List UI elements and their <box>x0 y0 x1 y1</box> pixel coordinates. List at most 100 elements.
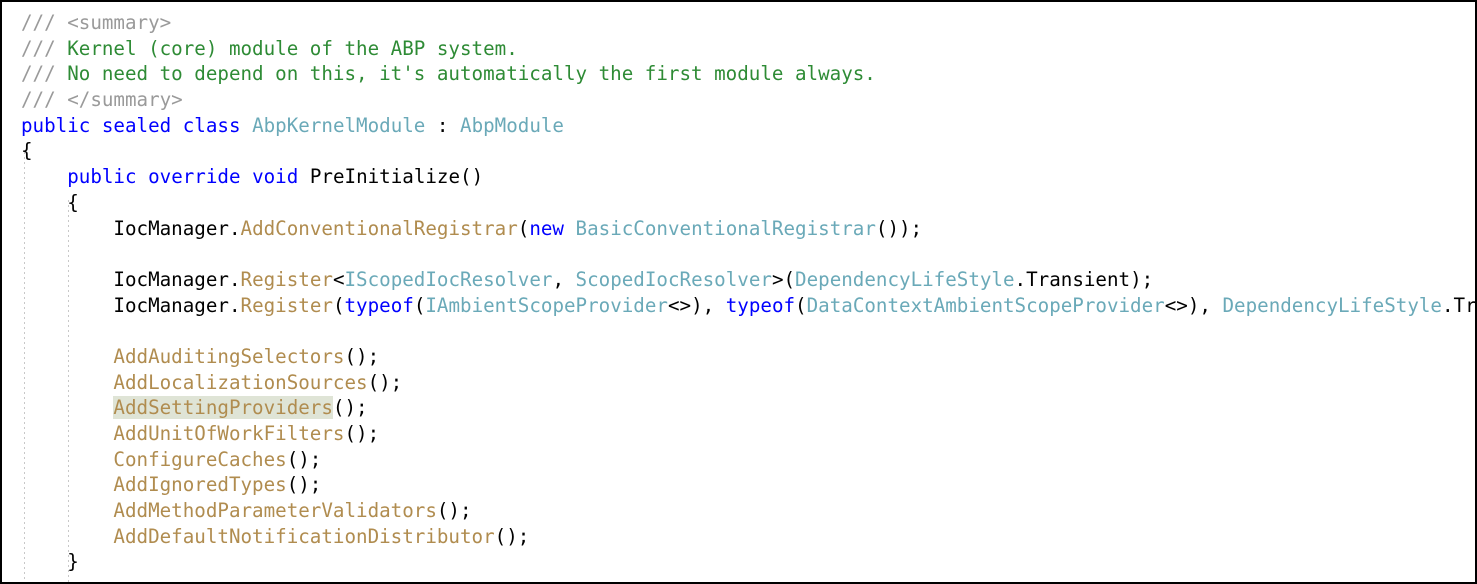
code-token-keyword: public <box>21 113 91 137</box>
code-line[interactable]: /// </summary> <box>2 87 1475 113</box>
code-token-method: AddLocalizationSources <box>113 370 368 394</box>
code-token-punct: ( <box>517 216 530 240</box>
code-token-keyword: public <box>67 165 137 189</box>
code-line[interactable]: { <box>2 190 1475 216</box>
code-token-punct: () <box>460 165 484 189</box>
code-token-method: AddAuditingSelectors <box>113 344 345 368</box>
code-editor-surface[interactable]: /// <summary>/// Kernel (core) module of… <box>2 2 1477 582</box>
code-line[interactable]: } <box>2 549 1475 575</box>
code-token-punct: . <box>228 267 241 291</box>
code-line[interactable]: AddUnitOfWorkFilters(); <box>2 421 1475 447</box>
code-line[interactable]: { <box>2 138 1475 164</box>
code-token-punct: . <box>228 293 241 317</box>
code-token-punct: { <box>21 190 79 214</box>
code-token-punct: . <box>1014 267 1027 291</box>
code-line[interactable]: /// <summary> <box>2 10 1475 36</box>
code-line[interactable]: /// No need to depend on this, it's auto… <box>2 61 1475 87</box>
code-line[interactable]: AddMethodParameterValidators(); <box>2 498 1475 524</box>
code-token-keyword: typeof <box>725 293 796 317</box>
code-token-punct: ( <box>413 293 426 317</box>
code-token-punct: } <box>21 550 79 574</box>
code-token-method: AddUnitOfWorkFilters <box>113 422 345 445</box>
code-token-punct: , <box>552 267 576 291</box>
code-token-type: DependencyLifeStyle <box>1222 293 1442 317</box>
code-token-type: AbpKernelModule <box>252 113 426 137</box>
code-token-method: AddIgnoredTypes <box>113 473 287 497</box>
code-line[interactable]: AddLocalizationSources(); <box>2 370 1475 396</box>
code-lines-container: /// <summary>/// Kernel (core) module of… <box>2 2 1477 575</box>
code-token-plain: : <box>425 113 461 137</box>
code-token-punct: ( <box>332 293 345 317</box>
code-token-punct: ()); <box>875 216 923 240</box>
code-token-xmltag: <summary> <box>67 11 172 34</box>
code-line[interactable]: IocManager.AddConventionalRegistrar(new … <box>2 216 1475 242</box>
code-token-method: AddMethodParameterValidators <box>113 499 437 523</box>
code-line[interactable]: AddAuditingSelectors(); <box>2 344 1475 370</box>
code-line[interactable]: ConfigureCaches(); <box>2 447 1475 473</box>
code-line[interactable]: AddIgnoredTypes(); <box>2 472 1475 498</box>
code-line[interactable]: AddDefaultNotificationDistributor(); <box>2 524 1475 550</box>
code-token-plain: PreInitialize <box>309 165 461 189</box>
code-token-plain: Trans <box>1453 293 1477 317</box>
code-token-comment: No need to depend on this, it's automati… <box>67 62 876 86</box>
code-token-type: DependencyLifeStyle <box>795 267 1015 291</box>
code-line[interactable] <box>2 318 1475 344</box>
code-token-punct: (); <box>286 473 322 497</box>
code-token-keyword: new <box>529 216 564 240</box>
code-token-plain: IocManager <box>113 267 229 291</box>
code-token-punct: (); <box>344 422 380 445</box>
code-line[interactable]: public override void PreInitialize() <box>2 164 1475 190</box>
code-token-punct: (); <box>436 499 472 523</box>
code-editor-window: /// <summary>/// Kernel (core) module of… <box>0 0 1477 584</box>
code-token-punct: <>), <box>1164 293 1223 317</box>
code-token-punct: . <box>228 216 241 240</box>
code-token-plain: Transient <box>1026 267 1131 291</box>
code-token-keyword: override <box>148 165 241 189</box>
code-token-type: IScopedIocResolver <box>344 267 553 291</box>
code-line[interactable] <box>2 241 1475 267</box>
highlighted-symbol: AddSettingProviders <box>113 396 333 420</box>
code-token-type: DataContextAmbientScopeProvider <box>806 293 1165 317</box>
code-token-method: ConfigureCaches <box>113 447 287 471</box>
code-token-punct: (); <box>286 447 322 471</box>
code-token-keyword: sealed <box>101 113 172 137</box>
code-line[interactable]: /// Kernel (core) module of the ABP syst… <box>2 36 1475 62</box>
code-token-punct: { <box>21 139 33 163</box>
code-token-type: BasicConventionalRegistrar <box>575 216 876 240</box>
code-token-punct: (); <box>344 344 380 368</box>
code-token-punct: (); <box>332 396 368 420</box>
code-token-type: IAmbientScopeProvider <box>425 293 668 317</box>
code-line[interactable]: public sealed class AbpKernelModule : Ab… <box>2 113 1475 139</box>
code-token-punct: (); <box>367 370 403 394</box>
code-token-comment: Kernel (core) module of the ABP system. <box>67 36 518 60</box>
code-line[interactable]: IocManager.Register(typeof(IAmbientScope… <box>2 293 1477 319</box>
code-token-plain: IocManager <box>113 293 229 317</box>
code-line[interactable]: AddSettingProviders(); <box>2 395 1475 421</box>
code-token-punct: >( <box>771 267 796 291</box>
code-line[interactable]: IocManager.Register<IScopedIocResolver, … <box>2 267 1475 293</box>
code-token-commentmark: /// <box>21 62 68 86</box>
code-token-commentmark: /// <box>21 11 68 34</box>
code-token-punct: ); <box>1130 267 1154 291</box>
code-token-punct: < <box>332 267 345 291</box>
code-token-commentmark: /// <box>21 36 68 60</box>
code-token-punct: <>), <box>667 293 726 317</box>
code-token-keyword: void <box>252 165 299 189</box>
